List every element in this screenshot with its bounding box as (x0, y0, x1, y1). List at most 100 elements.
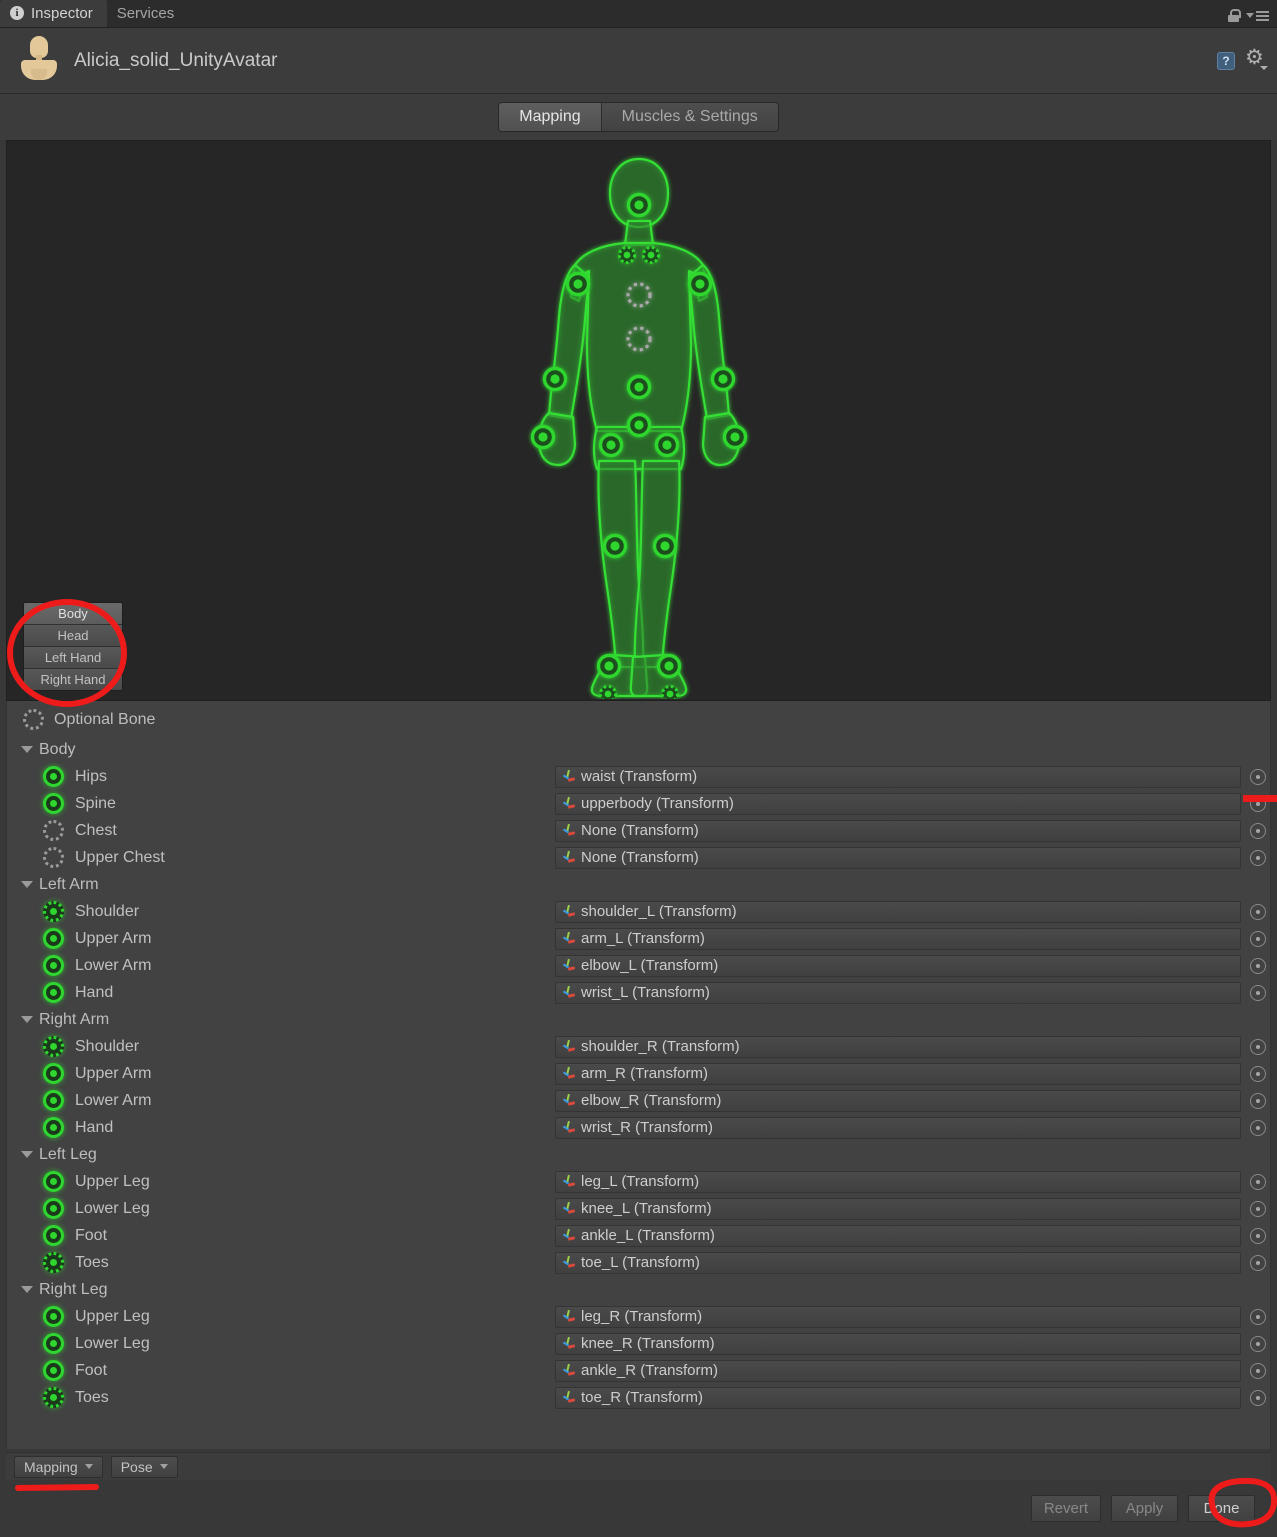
hamburger-menu-icon[interactable] (1246, 10, 1269, 21)
bone-mapped-circle-icon[interactable] (43, 1063, 64, 1084)
object-picker-icon[interactable] (1250, 903, 1266, 920)
transform-object-field[interactable]: wrist_R (Transform) (555, 1116, 1241, 1139)
transform-object-field[interactable]: arm_L (Transform) (555, 927, 1241, 950)
body-part-button-right-hand[interactable]: Right Hand (24, 669, 122, 690)
transform-object-field[interactable]: None (Transform) (555, 819, 1241, 842)
tab-mapping[interactable]: Mapping (499, 103, 602, 131)
dotted-circle-icon[interactable] (43, 847, 64, 868)
bone-mapped-circle-icon[interactable] (43, 793, 64, 814)
body-part-button-body[interactable]: Body (24, 603, 122, 625)
bone-group-header-right-arm[interactable]: Right Arm (7, 1006, 1270, 1033)
pose-dropdown-button[interactable]: Pose (110, 1455, 178, 1478)
transform-object-field[interactable]: arm_R (Transform) (555, 1062, 1241, 1085)
tab-services[interactable]: Services (107, 0, 189, 27)
bone-mapped-circle-icon[interactable] (43, 766, 64, 787)
bone-mapped-circle-icon[interactable] (43, 1252, 64, 1273)
bone-group-label: Left Arm (39, 875, 99, 893)
object-picker-icon[interactable] (1250, 1119, 1266, 1136)
transform-field-value: shoulder_L (Transform) (581, 903, 737, 920)
object-picker-icon[interactable] (1250, 1092, 1266, 1109)
object-picker-icon[interactable] (1250, 957, 1266, 974)
object-picker-icon[interactable] (1250, 1254, 1266, 1271)
bone-label: Hand (75, 983, 114, 1001)
object-picker-icon[interactable] (1250, 1362, 1266, 1379)
bone-mapped-circle-icon[interactable] (43, 982, 64, 1003)
dotted-circle-icon[interactable] (43, 820, 64, 841)
transform-object-field[interactable]: elbow_L (Transform) (555, 954, 1241, 977)
object-picker-icon[interactable] (1250, 1308, 1266, 1325)
object-picker-icon[interactable] (1250, 768, 1266, 785)
object-picker-icon[interactable] (1250, 1335, 1266, 1352)
bone-mapped-circle-icon[interactable] (43, 1360, 64, 1381)
transform-object-field[interactable]: None (Transform) (555, 846, 1241, 869)
apply-button[interactable]: Apply (1111, 1495, 1178, 1522)
bone-name-cell: Foot (7, 1225, 555, 1246)
bone-group-header-body[interactable]: Body (7, 736, 1270, 763)
bone-mapped-circle-icon[interactable] (43, 1306, 64, 1327)
avatar-preview[interactable]: Body Head Left Hand Right Hand (6, 140, 1271, 701)
bone-mapped-circle-icon[interactable] (43, 955, 64, 976)
bone-group-label: Left Leg (39, 1145, 97, 1163)
lock-icon[interactable] (1228, 9, 1241, 22)
transform-object-field[interactable]: toe_R (Transform) (555, 1386, 1241, 1409)
transform-object-field[interactable]: ankle_R (Transform) (555, 1359, 1241, 1382)
bone-mapped-circle-icon[interactable] (43, 1036, 64, 1057)
bone-mapped-circle-icon[interactable] (43, 928, 64, 949)
object-picker-icon[interactable] (1250, 1038, 1266, 1055)
transform-object-field[interactable]: leg_R (Transform) (555, 1305, 1241, 1328)
transform-field-value: leg_R (Transform) (581, 1308, 703, 1325)
transform-object-field[interactable]: elbow_R (Transform) (555, 1089, 1241, 1112)
bone-mapped-circle-icon[interactable] (43, 1333, 64, 1354)
transform-object-field[interactable]: wrist_L (Transform) (555, 981, 1241, 1004)
body-part-button-head[interactable]: Head (24, 625, 122, 647)
done-button[interactable]: Done (1188, 1495, 1255, 1522)
object-picker-icon[interactable] (1250, 795, 1266, 812)
mapping-dropdown-button[interactable]: Mapping (14, 1455, 103, 1478)
bone-mapped-circle-icon[interactable] (43, 1387, 64, 1408)
transform-object-field[interactable]: upperbody (Transform) (555, 792, 1241, 815)
object-picker-icon[interactable] (1250, 984, 1266, 1001)
transform-object-field[interactable]: leg_L (Transform) (555, 1170, 1241, 1193)
transform-object-field[interactable]: knee_R (Transform) (555, 1332, 1241, 1355)
chevron-down-icon (84, 1464, 93, 1469)
object-picker-icon[interactable] (1250, 1173, 1266, 1190)
gear-icon[interactable] (1245, 47, 1268, 70)
bone-mapped-circle-icon[interactable] (43, 1171, 64, 1192)
bone-mapped-circle-icon[interactable] (43, 1225, 64, 1246)
transform-object-field[interactable]: toe_L (Transform) (555, 1251, 1241, 1274)
transform-object-field[interactable]: ankle_L (Transform) (555, 1224, 1241, 1247)
bone-group-header-left-leg[interactable]: Left Leg (7, 1141, 1270, 1168)
bone-group-header-right-leg[interactable]: Right Leg (7, 1276, 1270, 1303)
bone-group-label: Right Leg (39, 1280, 108, 1298)
bone-mapped-circle-icon[interactable] (43, 1117, 64, 1138)
transform-axis-icon (562, 769, 576, 784)
transform-field-value: upperbody (Transform) (581, 795, 734, 812)
bone-label: Toes (75, 1388, 109, 1406)
transform-object-field[interactable]: knee_L (Transform) (555, 1197, 1241, 1220)
avatar-mannequin-figure[interactable] (509, 147, 769, 699)
object-picker-icon[interactable] (1250, 1227, 1266, 1244)
bone-mapped-circle-icon[interactable] (43, 1090, 64, 1111)
body-part-button-left-hand[interactable]: Left Hand (24, 647, 122, 669)
transform-object-field[interactable]: waist (Transform) (555, 765, 1241, 788)
tab-muscles-settings[interactable]: Muscles & Settings (601, 103, 778, 131)
object-picker-icon[interactable] (1250, 1065, 1266, 1082)
bone-group-header-left-arm[interactable]: Left Arm (7, 871, 1270, 898)
bone-mapped-circle-icon[interactable] (43, 1198, 64, 1219)
tab-inspector[interactable]: i Inspector (0, 0, 107, 27)
pose-dropdown-label: Pose (120, 1458, 153, 1475)
object-picker-icon[interactable] (1250, 822, 1266, 839)
object-picker-icon[interactable] (1250, 849, 1266, 866)
object-picker-icon[interactable] (1250, 930, 1266, 947)
bone-mapped-circle-icon[interactable] (43, 901, 64, 922)
transform-field-value: None (Transform) (581, 849, 699, 866)
help-icon[interactable]: ? (1217, 51, 1235, 70)
transform-object-field[interactable]: shoulder_R (Transform) (555, 1035, 1241, 1058)
bone-name-cell: Lower Leg (7, 1198, 555, 1219)
object-picker-icon[interactable] (1250, 1389, 1266, 1406)
revert-button[interactable]: Revert (1030, 1495, 1101, 1522)
transform-field-value: ankle_R (Transform) (581, 1362, 718, 1379)
transform-axis-icon (562, 1039, 576, 1054)
transform-object-field[interactable]: shoulder_L (Transform) (555, 900, 1241, 923)
object-picker-icon[interactable] (1250, 1200, 1266, 1217)
